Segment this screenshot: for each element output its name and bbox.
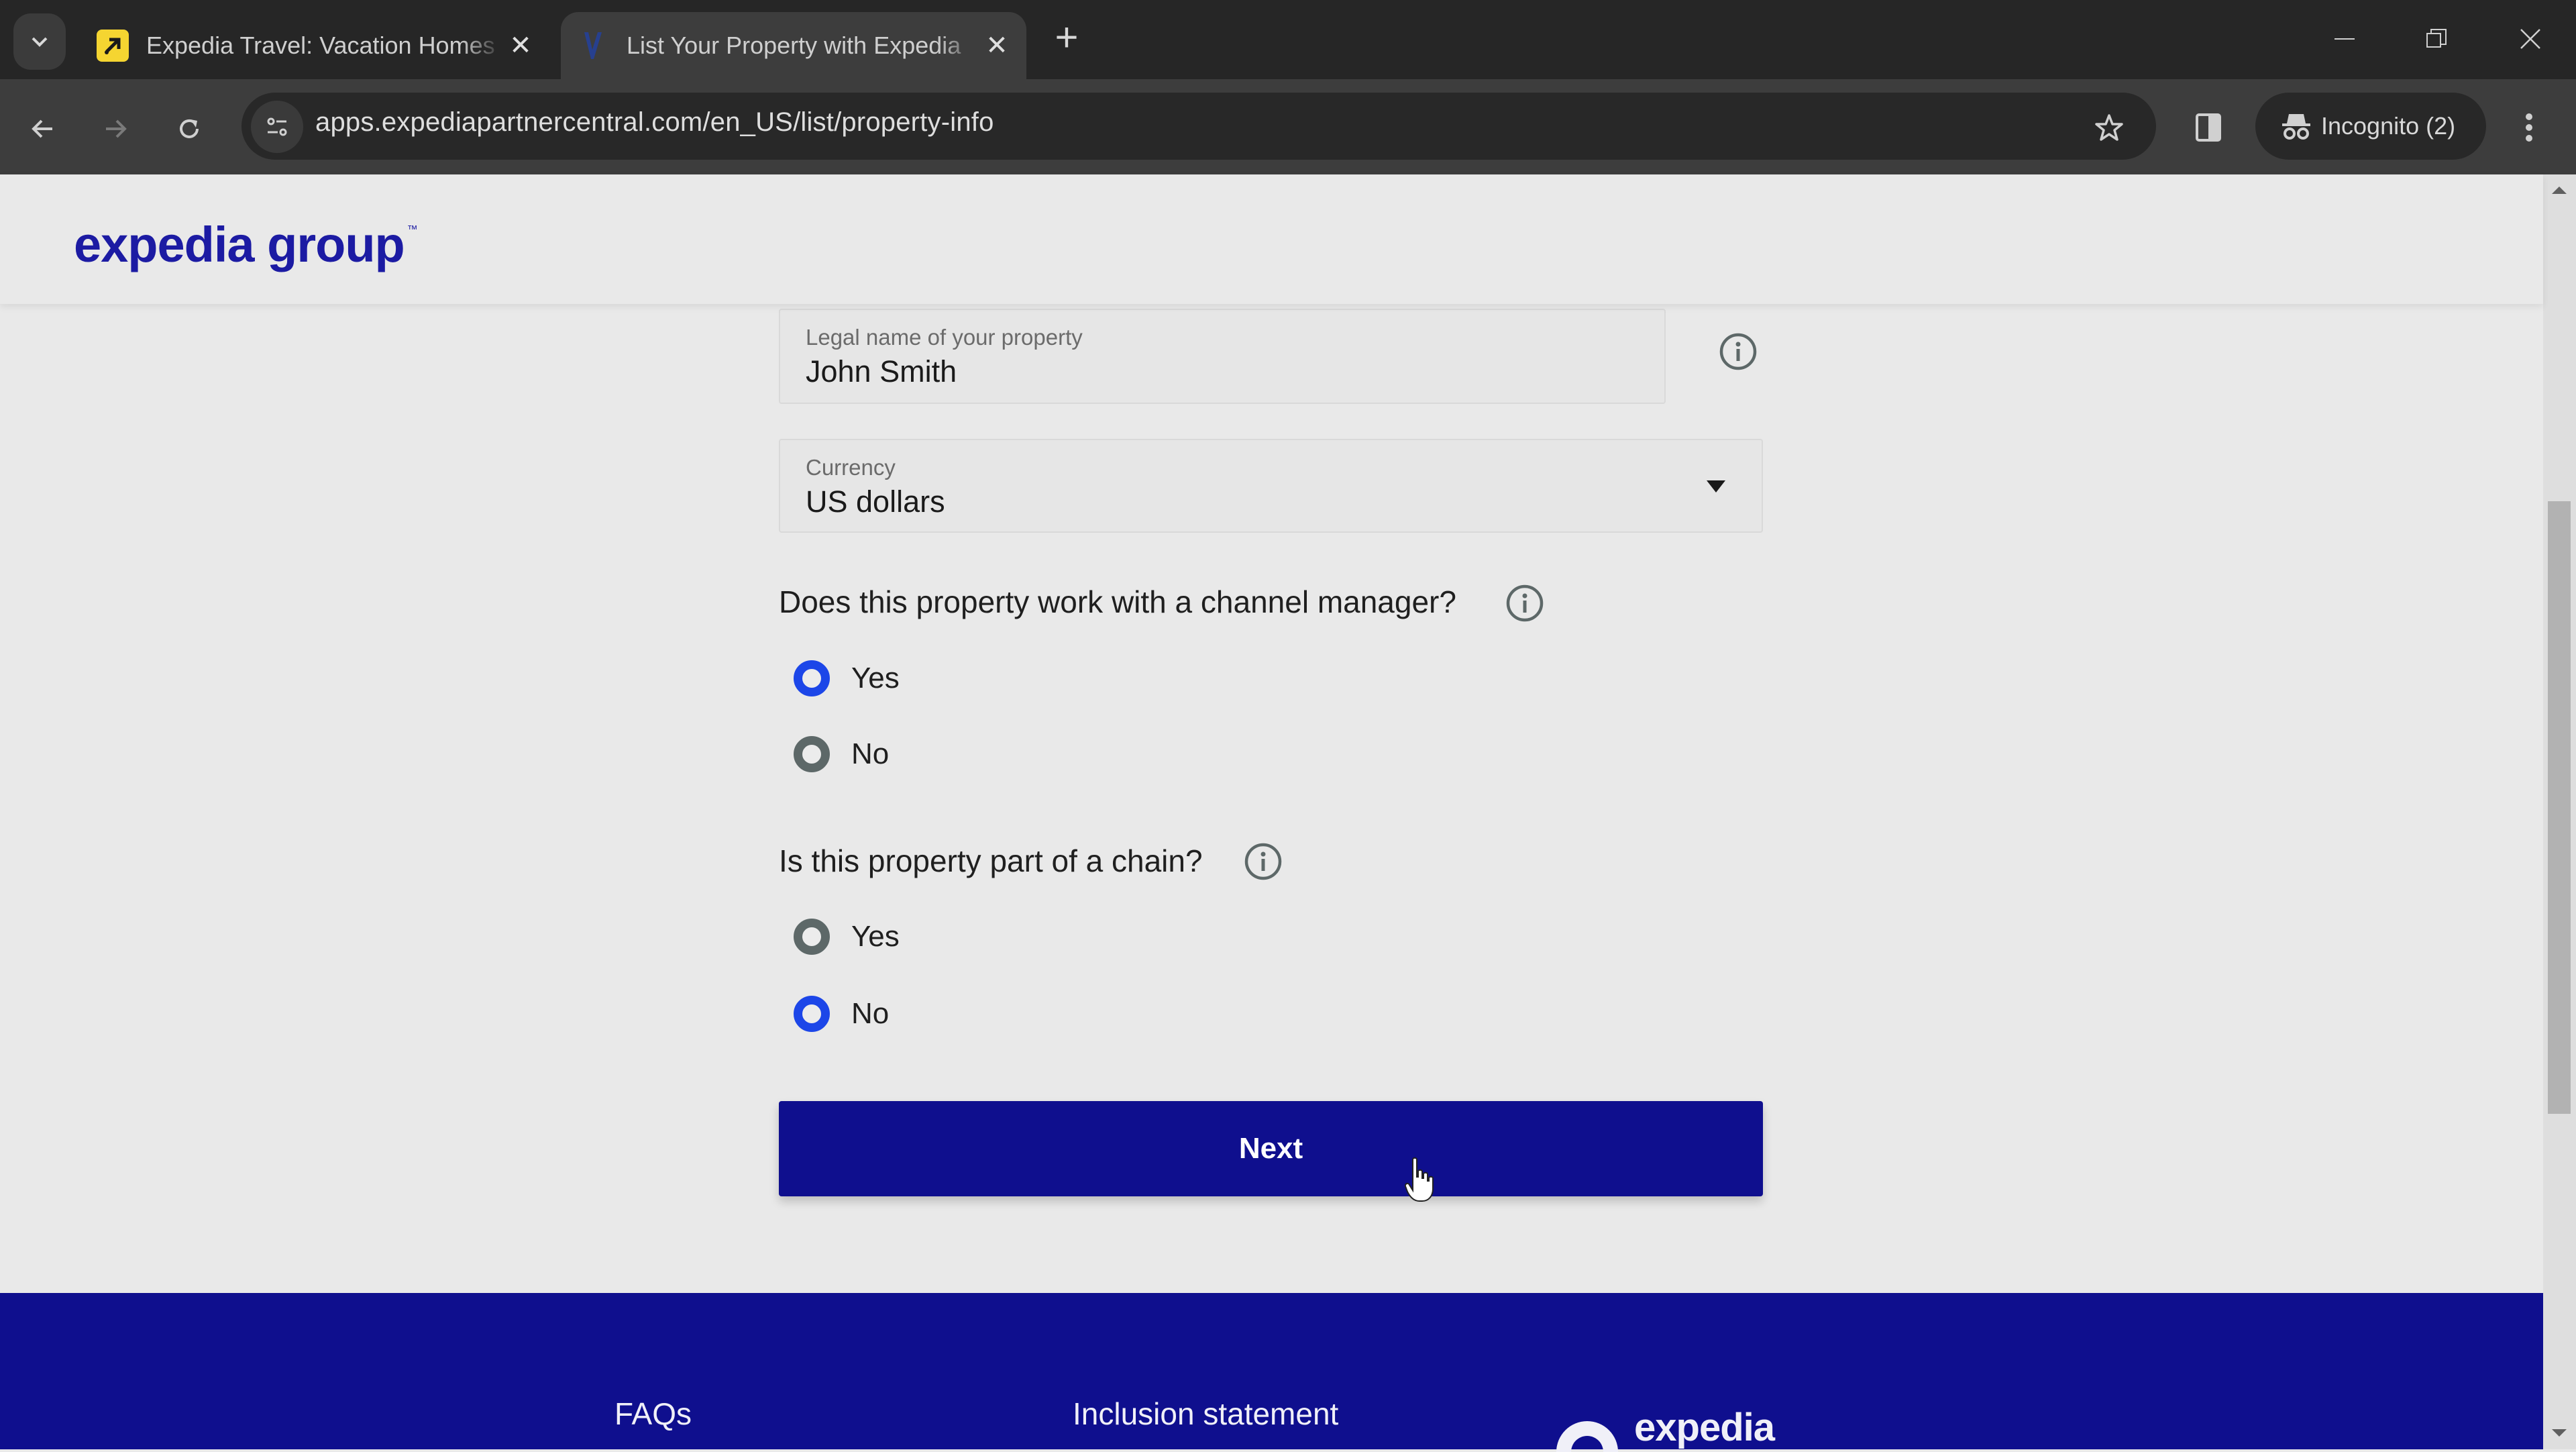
- legal-name-label: Legal name of your property: [806, 325, 1083, 350]
- tab-search-button[interactable]: [13, 13, 66, 70]
- site-info-button[interactable]: [251, 101, 303, 153]
- hand-pointer-cursor-icon: [1404, 1157, 1434, 1204]
- incognito-badge[interactable]: Incognito (2): [2255, 93, 2486, 160]
- back-arrow-icon: [32, 119, 52, 138]
- forward-button[interactable]: [89, 102, 142, 156]
- side-panel-icon: [2196, 113, 2221, 142]
- chain-question: Is this property part of a chain?: [779, 843, 1203, 878]
- logo-text: expedia group: [74, 217, 405, 272]
- incognito-label: Incognito (2): [2321, 112, 2456, 140]
- more-vert-icon: [2526, 113, 2532, 142]
- tab-close-icon[interactable]: ✕: [503, 30, 538, 61]
- scrollbar-thumb[interactable]: [2548, 501, 2571, 1114]
- footer-logo-text: expedia: [1634, 1406, 1775, 1449]
- radio-label: Yes: [851, 662, 900, 694]
- radio-yes[interactable]: [794, 919, 830, 955]
- reload-icon: [180, 119, 199, 138]
- chain-yes-option[interactable]: Yes: [794, 919, 900, 955]
- tab-title: Expedia Travel: Vacation Homes: [146, 32, 495, 59]
- bookmark-button[interactable]: [2082, 101, 2136, 154]
- channel-manager-info-icon[interactable]: [1505, 583, 1545, 623]
- tab-list-property[interactable]: List Your Property with Expedia ✕: [561, 12, 1026, 79]
- channel-manager-no-option[interactable]: No: [794, 736, 889, 772]
- reload-button[interactable]: [162, 102, 216, 156]
- forward-arrow-icon: [106, 119, 127, 138]
- logo-trademark: ™: [407, 224, 418, 236]
- radio-yes-checked[interactable]: [794, 660, 830, 696]
- chain-info-icon[interactable]: [1243, 841, 1283, 882]
- tab-close-icon[interactable]: ✕: [979, 30, 1014, 61]
- currency-value: US dollars: [806, 484, 945, 519]
- chain-no-option[interactable]: No: [794, 996, 889, 1032]
- channel-manager-yes-option[interactable]: Yes: [794, 660, 900, 696]
- chevron-down-icon: [32, 37, 48, 47]
- currency-select[interactable]: Currency US dollars: [779, 439, 1763, 533]
- window-close-button[interactable]: [2504, 17, 2557, 60]
- radio-label: Yes: [851, 920, 900, 953]
- scroll-down-arrow-icon[interactable]: [2552, 1429, 2567, 1437]
- restore-button[interactable]: [2410, 17, 2463, 60]
- channel-manager-question: Does this property work with a channel m…: [779, 584, 1456, 619]
- browser-menu-button[interactable]: [2509, 101, 2549, 154]
- legal-name-info-icon[interactable]: [1718, 331, 1758, 372]
- radio-no-checked[interactable]: [794, 996, 830, 1032]
- footer-link-faqs[interactable]: FAQs: [614, 1396, 692, 1432]
- restore-icon: [2426, 29, 2447, 48]
- legal-name-field[interactable]: Legal name of your property John Smith: [779, 309, 1666, 404]
- minimize-icon: [2334, 38, 2355, 40]
- radio-label: No: [851, 737, 890, 770]
- expedia-footer-logo[interactable]: expedia: [1552, 1405, 1775, 1452]
- new-tab-button[interactable]: +: [1046, 17, 1087, 59]
- expedia-group-icon: [577, 30, 609, 62]
- incognito-icon: [2281, 111, 2312, 141]
- minimize-button[interactable]: [2318, 17, 2372, 60]
- url-text[interactable]: apps.expediapartnercentral.com/en_US/lis…: [315, 107, 994, 138]
- footer-link-inclusion-statement[interactable]: Inclusion statement: [1073, 1396, 1338, 1432]
- back-button[interactable]: [16, 102, 70, 156]
- side-panel-button[interactable]: [2182, 101, 2235, 154]
- tab-expedia-travel[interactable]: Expedia Travel: Vacation Homes ✕: [80, 12, 550, 79]
- dropdown-caret-icon: [1707, 480, 1725, 492]
- radio-label: No: [851, 997, 890, 1030]
- tune-icon: [267, 117, 287, 136]
- tab-title: List Your Property with Expedia: [627, 32, 961, 59]
- next-button[interactable]: Next: [779, 1101, 1763, 1196]
- radio-no[interactable]: [794, 736, 830, 772]
- scroll-up-arrow-icon[interactable]: [2552, 187, 2567, 194]
- currency-label: Currency: [806, 455, 896, 480]
- expedia-group-logo[interactable]: expedia group ™: [74, 216, 418, 273]
- legal-name-value[interactable]: John Smith: [806, 354, 957, 389]
- expedia-travel-icon: [97, 30, 129, 62]
- close-icon: [2520, 29, 2540, 49]
- star-icon: [2095, 114, 2123, 141]
- expedia-logo-icon: [1556, 1421, 1618, 1452]
